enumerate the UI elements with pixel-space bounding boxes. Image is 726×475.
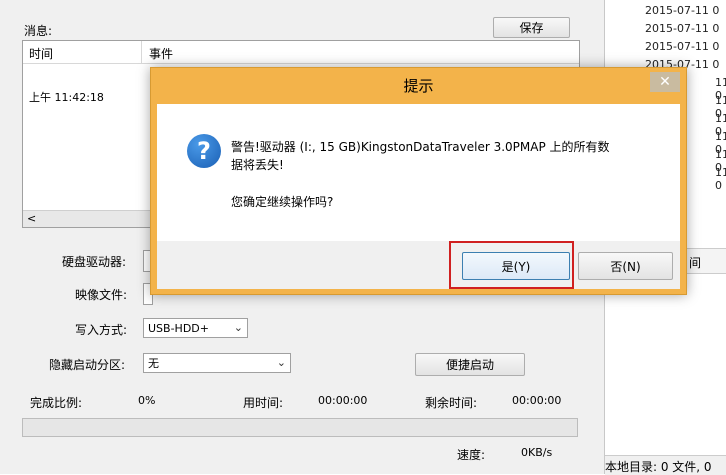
- elapsed-label: 用时间:: [243, 396, 284, 410]
- drive-label: 硬盘驱动器:: [62, 255, 127, 269]
- speed-value: 0KB/s: [521, 446, 553, 459]
- remaining-label: 剩余时间:: [425, 396, 478, 410]
- close-icon[interactable]: ✕: [650, 72, 680, 92]
- dialog-footer: 是(Y) 否(N): [157, 241, 680, 289]
- log-date: 2015-07-11 0: [645, 40, 720, 53]
- log-fragment: 11 0: [715, 166, 726, 192]
- messages-label: 消息:: [24, 24, 53, 38]
- highlight-annotation: [449, 241, 574, 289]
- column-event[interactable]: 事件: [149, 45, 173, 62]
- local-dir-status: 本地目录: 0 文件, 0: [605, 460, 712, 474]
- warning-message-line2: 据将丢失!: [231, 158, 284, 172]
- remaining-value: 00:00:00: [512, 394, 562, 407]
- log-date: 2015-07-11 0: [645, 4, 720, 17]
- no-button[interactable]: 否(N): [578, 252, 673, 280]
- hide-partition-value: 无: [148, 357, 159, 370]
- column-header[interactable]: 间: [689, 254, 701, 271]
- write-mode-label: 写入方式:: [75, 323, 128, 337]
- column-divider: [141, 41, 142, 63]
- save-button[interactable]: 保存: [493, 17, 570, 38]
- confirm-question: 您确定继续操作吗?: [231, 195, 334, 209]
- list-header: 时间 事件: [23, 41, 579, 64]
- elapsed-value: 00:00:00: [318, 394, 368, 407]
- chevron-down-icon: ⌄: [276, 356, 286, 369]
- log-date: 2015-07-11 0: [645, 22, 720, 35]
- hide-partition-label: 隐藏启动分区:: [49, 358, 126, 372]
- scroll-left-icon[interactable]: <: [27, 212, 36, 225]
- quick-boot-button[interactable]: 便捷启动: [415, 353, 525, 376]
- hide-partition-select[interactable]: 无 ⌄: [143, 353, 291, 373]
- progress-value: 0%: [138, 394, 156, 407]
- confirm-dialog: 提示 ✕ ? 警告!驱动器 (I:, 15 GB)KingstonDataTra…: [150, 67, 687, 295]
- dialog-title: 提示: [403, 77, 434, 95]
- write-mode-select[interactable]: USB-HDD+ ⌄: [143, 318, 248, 338]
- chevron-down-icon: ⌄: [233, 321, 243, 334]
- dialog-body: ? 警告!驱动器 (I:, 15 GB)KingstonDataTraveler…: [157, 104, 680, 241]
- column-time[interactable]: 时间: [29, 45, 53, 62]
- question-icon: ?: [187, 134, 221, 168]
- image-file-label: 映像文件:: [75, 288, 128, 302]
- progress-label: 完成比例:: [30, 396, 83, 410]
- speed-label: 速度:: [457, 448, 486, 462]
- warning-message-line1: 警告!驱动器 (I:, 15 GB)KingstonDataTraveler 3…: [231, 140, 610, 154]
- write-mode-value: USB-HDD+: [148, 321, 209, 335]
- log-row-time: 上午 11:42:18: [29, 91, 104, 104]
- progress-bar: [22, 418, 578, 437]
- status-bar: 本地目录: 0 文件, 0: [605, 455, 726, 475]
